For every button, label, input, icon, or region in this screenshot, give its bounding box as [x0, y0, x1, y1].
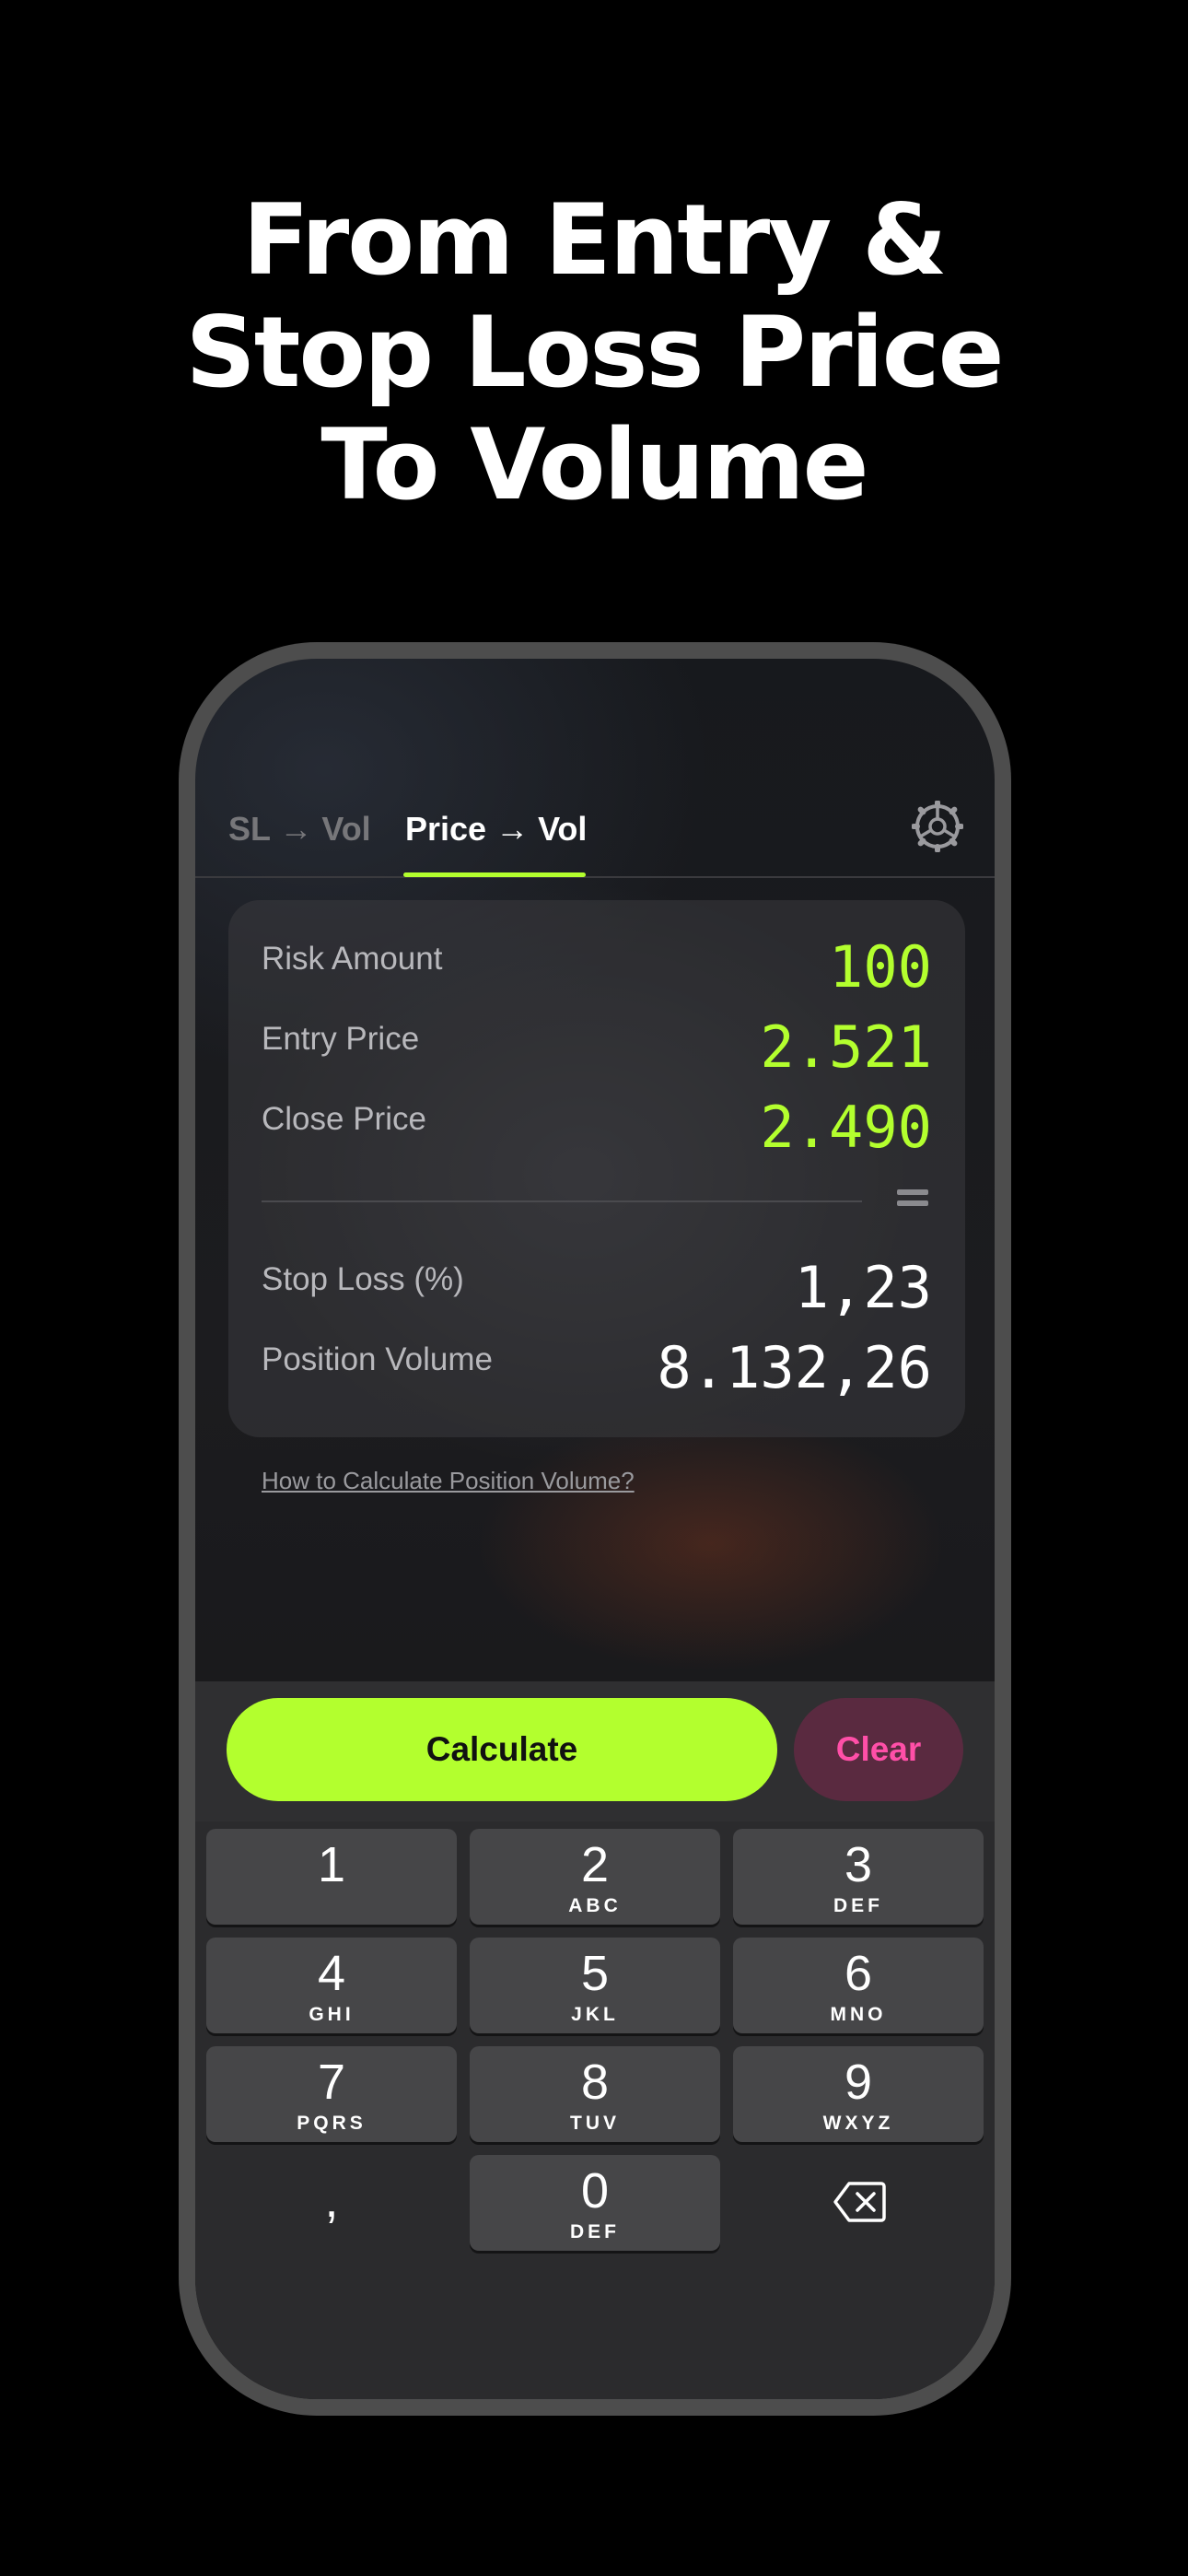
position-volume-label: Position Volume — [262, 1341, 493, 1377]
close-price-value[interactable]: 2.490 — [760, 1094, 932, 1161]
key-7[interactable]: 7 PQRS — [206, 2046, 457, 2142]
clear-button[interactable]: Clear — [794, 1698, 963, 1801]
headline-line-3: To Volume — [320, 408, 868, 521]
entry-price-label: Entry Price — [262, 1021, 420, 1057]
key-9[interactable]: 9 WXYZ — [733, 2046, 984, 2142]
tab-bar: SL → Vol Price → Vol — [195, 799, 995, 878]
action-bar: Calculate Clear — [195, 1681, 995, 1821]
key-backspace[interactable] — [733, 2155, 984, 2251]
key-8[interactable]: 8 TUV — [470, 2046, 720, 2142]
key-1[interactable]: 1 — [206, 1829, 457, 1925]
key-2[interactable]: 2 ABC — [470, 1829, 720, 1925]
divider — [262, 1200, 862, 1202]
close-price-label: Close Price — [262, 1101, 426, 1137]
position-volume-value: 8.132,26 — [657, 1334, 932, 1401]
close-price-row[interactable]: Close Price 2.490 — [262, 1094, 932, 1161]
headline-line-1: From Entry & — [242, 183, 947, 297]
risk-amount-label: Risk Amount — [262, 941, 443, 977]
key-3[interactable]: 3 DEF — [733, 1829, 984, 1925]
tab-sl-to-vol[interactable]: SL → Vol — [228, 810, 371, 849]
gear-icon[interactable] — [912, 801, 963, 852]
key-6[interactable]: 6 MNO — [733, 1938, 984, 2033]
key-5[interactable]: 5 JKL — [470, 1938, 720, 2033]
app-screen: SL → Vol Price → Vol Risk Amount 100 Ent… — [195, 659, 995, 2399]
key-comma[interactable]: , — [206, 2155, 457, 2251]
stop-loss-row: Stop Loss (%) 1,23 — [262, 1254, 932, 1321]
equals-icon — [897, 1189, 928, 1212]
stop-loss-label: Stop Loss (%) — [262, 1261, 464, 1297]
key-4[interactable]: 4 GHI — [206, 1938, 457, 2033]
bottom-panel: Calculate Clear 1 2 ABC 3 DEF 4 GHI 5 JK… — [195, 1681, 995, 2399]
risk-amount-value[interactable]: 100 — [829, 933, 932, 1001]
position-volume-row: Position Volume 8.132,26 — [262, 1334, 932, 1401]
backspace-icon — [833, 2182, 886, 2222]
stop-loss-value: 1,23 — [794, 1254, 932, 1321]
risk-amount-row[interactable]: Risk Amount 100 — [262, 933, 932, 1001]
key-0[interactable]: 0 DEF — [470, 2155, 720, 2251]
calculator-card: Risk Amount 100 Entry Price 2.521 Close … — [228, 900, 965, 1437]
headline: From Entry & Stop Loss Price To Volume — [0, 184, 1188, 521]
entry-price-value[interactable]: 2.521 — [760, 1013, 932, 1081]
help-link[interactable]: How to Calculate Position Volume? — [262, 1467, 635, 1495]
calculate-button[interactable]: Calculate — [227, 1698, 777, 1801]
active-tab-indicator — [403, 872, 586, 877]
headline-line-2: Stop Loss Price — [185, 296, 1004, 409]
tab-price-to-vol[interactable]: Price → Vol — [405, 810, 587, 849]
phone-frame: SL → Vol Price → Vol Risk Amount 100 Ent… — [179, 642, 1011, 2416]
entry-price-row[interactable]: Entry Price 2.521 — [262, 1013, 932, 1081]
